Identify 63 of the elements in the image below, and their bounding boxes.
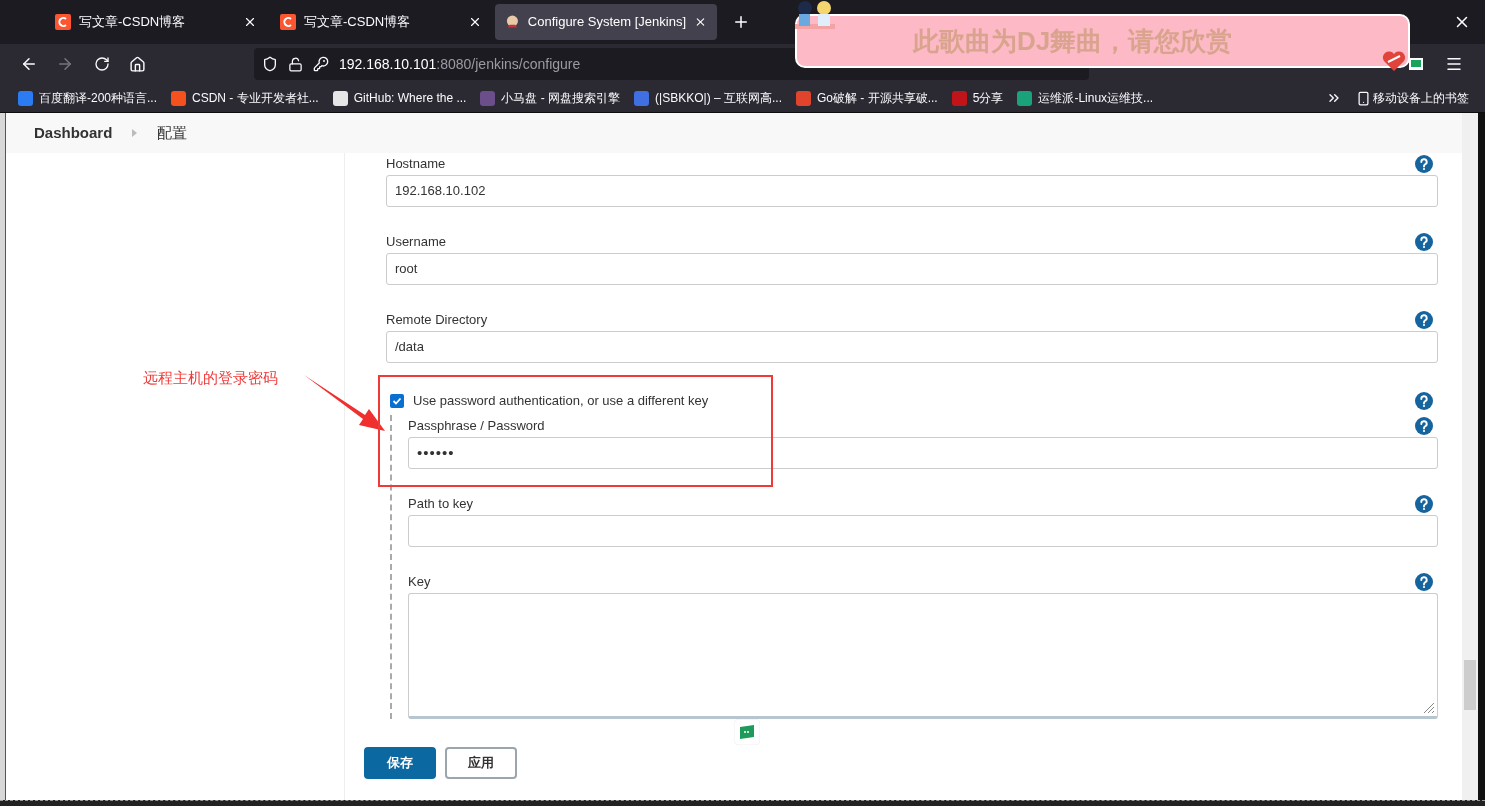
tab-logo-icon <box>280 14 296 30</box>
field-label: Remote Directory <box>386 311 488 330</box>
bookmark-item[interactable]: Go破解 - 开源共享破... <box>796 89 938 107</box>
help-icon[interactable] <box>1415 495 1433 513</box>
tab-title: Configure System [Jenkins] <box>527 13 687 32</box>
apply-button[interactable]: 应用 <box>445 747 517 779</box>
bookmark-item[interactable]: 运维派-Linux运维技... <box>1017 89 1154 107</box>
field-label: Username <box>386 233 446 252</box>
reload-icon[interactable] <box>94 56 110 72</box>
help-icon[interactable] <box>1415 155 1433 173</box>
bookmark-item[interactable]: GitHub: Where the ... <box>332 89 467 107</box>
chevron-icon <box>132 129 138 137</box>
help-icon[interactable] <box>1415 311 1433 329</box>
browser-tab[interactable]: Configure System [Jenkins] <box>495 4 717 40</box>
breadcrumb-current: 配置 <box>157 122 188 143</box>
field-label: Hostname <box>386 155 446 174</box>
lock-icon[interactable] <box>288 56 303 72</box>
bookmark-item[interactable]: 移动设备上的书签 <box>1356 89 1469 107</box>
field-label: Key <box>408 573 431 592</box>
help-icon[interactable] <box>1415 417 1433 435</box>
back-icon[interactable] <box>20 55 38 73</box>
scrollbar[interactable] <box>1462 113 1478 800</box>
browser-tab[interactable]: 写文章-CSDN博客 <box>270 4 492 40</box>
password-field[interactable]: •••••• <box>408 437 1438 469</box>
key-icon[interactable] <box>313 56 329 72</box>
home-icon[interactable] <box>129 55 146 73</box>
field-label: Path to key <box>408 495 474 514</box>
input-field[interactable]: 192.168.10.102 <box>386 175 1438 207</box>
phone-icon <box>1356 90 1371 106</box>
check-icon <box>392 396 402 406</box>
forward-icon[interactable] <box>56 55 74 73</box>
input-field[interactable]: /data <box>386 331 1438 363</box>
help-icon[interactable] <box>1415 573 1433 591</box>
tab-title: 写文章-CSDN博客 <box>304 13 412 32</box>
close-icon[interactable] <box>694 15 707 29</box>
bookmark-item[interactable]: 小马盘 - 网盘搜索引擎 <box>480 89 621 107</box>
bookmark-item[interactable]: 5分享 <box>951 89 1004 107</box>
input-field[interactable] <box>408 515 1438 547</box>
annotation-text: 远程主机的登录密码 <box>143 368 278 388</box>
new-tab-icon[interactable] <box>732 13 750 31</box>
url-text: 192.168.10.101:8080/jenkins/configure <box>339 54 581 74</box>
browser-tab[interactable]: 写文章-CSDN博客 <box>45 4 267 40</box>
resize-grip-icon[interactable] <box>1423 702 1435 714</box>
bookmark-item[interactable]: (|SBKKO|) – 互联网高... <box>634 89 782 107</box>
input-field[interactable]: root <box>386 253 1438 285</box>
checkbox[interactable] <box>390 394 404 408</box>
tab-title: 写文章-CSDN博客 <box>79 13 187 32</box>
checkbox-label: Use password authentication, or use a different key <box>413 392 709 411</box>
field-label: Passphrase / Password <box>408 417 545 436</box>
bookmark-item[interactable]: CSDN - 专业开发者社... <box>171 89 319 107</box>
extension-icon[interactable] <box>1409 58 1423 70</box>
breadcrumb-link[interactable]: Dashboard <box>34 121 113 145</box>
butler-icon <box>505 14 520 30</box>
shield-icon[interactable] <box>262 56 278 72</box>
close-icon[interactable] <box>243 15 257 29</box>
help-icon[interactable] <box>1415 233 1433 251</box>
help-icon[interactable] <box>1415 392 1433 410</box>
chat-icon[interactable] <box>734 719 760 745</box>
bookmark-item[interactable]: 百度翻译-200种语言... <box>18 89 158 107</box>
close-icon[interactable] <box>468 15 482 29</box>
tab-logo-icon <box>55 14 71 30</box>
menu-icon[interactable] <box>1445 55 1463 73</box>
save-button[interactable]: 保存 <box>364 747 436 779</box>
